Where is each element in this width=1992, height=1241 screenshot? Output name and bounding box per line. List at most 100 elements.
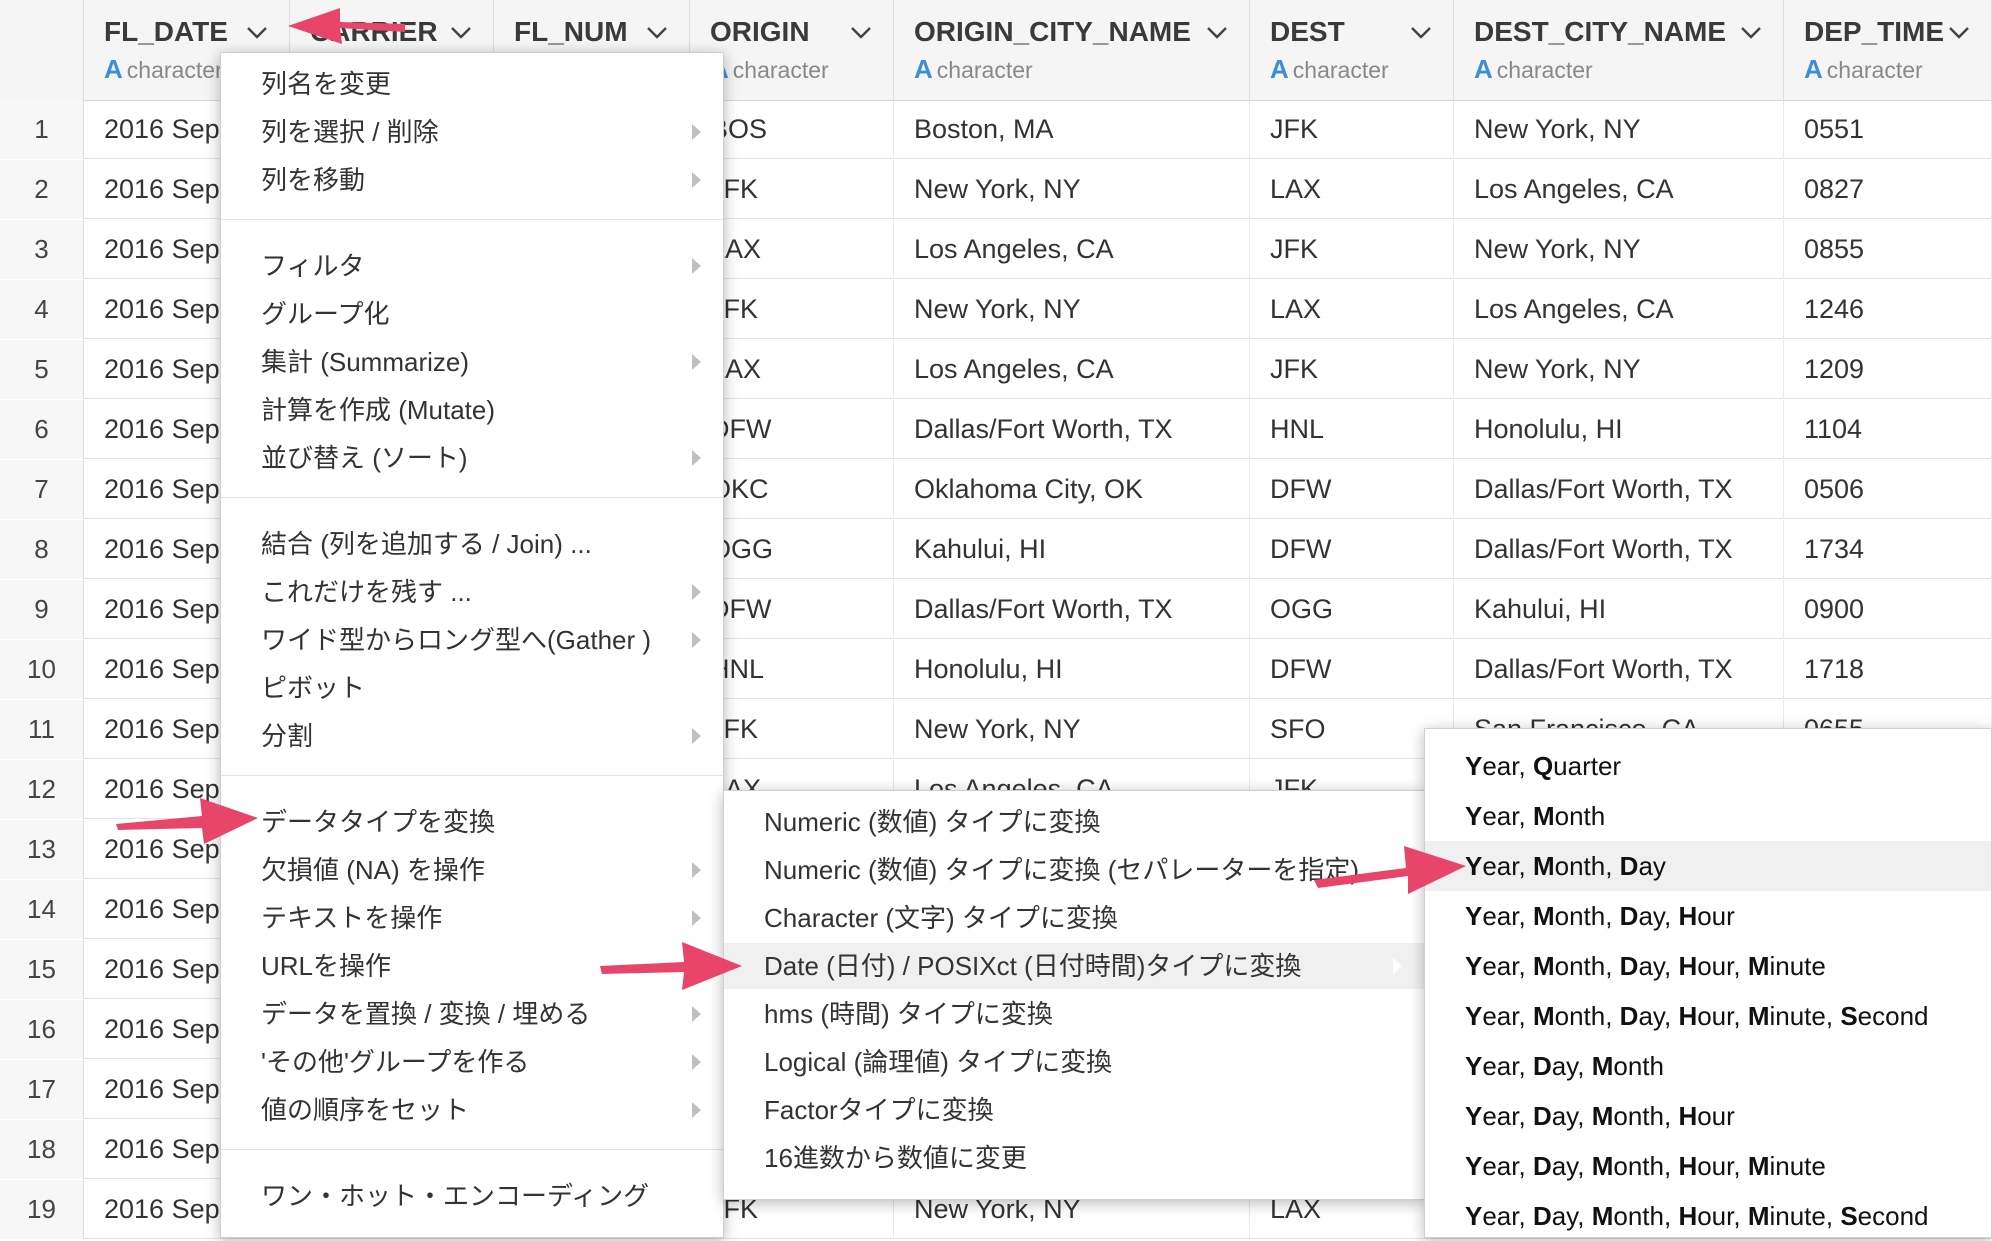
date-format-item[interactable]: Year, Day, Month, Hour [1425,1091,1991,1141]
submenu-arrow-icon [692,124,701,140]
column-menu-item[interactable]: 列を移動 [221,157,723,203]
chevron-down-icon[interactable] [1947,22,1971,42]
menu-divider [221,497,723,498]
row-number: 8 [0,520,84,579]
column-menu-item[interactable]: ワイド型からロング型へ(Gather ) [221,617,723,663]
column-menu-item[interactable]: これだけを残す ... [221,569,723,615]
column-name: ORIGIN_CITY_NAME [914,16,1191,47]
table-cell: Dallas/Fort Worth, TX [1454,520,1784,579]
date-format-item[interactable]: Year, Month, Day, Hour [1425,891,1991,941]
column-name: DEST [1270,16,1345,47]
submenu-arrow-icon [692,728,701,744]
column-menu-item[interactable]: URLを操作 [221,943,723,989]
table-cell: DFW [1250,460,1454,519]
table-cell: Los Angeles, CA [894,220,1250,279]
table-cell: New York, NY [1454,100,1784,159]
table-cell: 1246 [1784,280,1992,339]
column-menu-item[interactable]: グループ化 [221,291,723,337]
row-number: 6 [0,400,84,459]
date-format-item[interactable]: Year, Day, Month, Hour, Minute, Second [1425,1191,1991,1241]
row-number: 12 [0,760,84,819]
column-header-dep-time[interactable]: DEP_TIME Acharacter [1784,0,1992,100]
row-number-header [0,0,84,100]
table-cell: OGG [1250,580,1454,639]
table-cell: JFK [1250,100,1454,159]
submenu-arrow-icon [692,1006,701,1022]
row-number: 16 [0,1000,84,1059]
chevron-down-icon[interactable] [1739,22,1763,42]
column-menu-item[interactable]: 'その他'グループを作る [221,1039,723,1085]
column-header-dest[interactable]: DEST Acharacter [1250,0,1454,100]
table-cell: New York, NY [894,160,1250,219]
chevron-down-icon[interactable] [849,22,873,42]
table-cell: Honolulu, HI [1454,400,1784,459]
column-header-dest-city-name[interactable]: DEST_CITY_NAME Acharacter [1454,0,1784,100]
table-cell: Oklahoma City, OK [894,460,1250,519]
submenu-arrow-icon [692,450,701,466]
chevron-down-icon[interactable] [245,22,269,42]
column-menu-item[interactable]: ワン・ホット・エンコーディング [221,1173,723,1219]
submenu-arrow-icon [692,172,701,188]
column-type: Acharacter [104,54,223,84]
character-type-icon: A [914,54,933,84]
column-menu-item[interactable]: テキストを操作 [221,895,723,941]
submenu-arrow-icon [692,584,701,600]
column-name: CARRIER [310,16,438,47]
chevron-down-icon[interactable] [1205,22,1229,42]
table-cell: New York, NY [1454,220,1784,279]
column-menu-item[interactable]: データを置換 / 変換 / 埋める [221,991,723,1037]
row-number: 14 [0,880,84,939]
column-menu-item[interactable]: 並び替え (ソート) [221,435,723,481]
column-menu-item[interactable]: 値の順序をセット [221,1087,723,1133]
date-format-item[interactable]: Year, Day, Month [1425,1041,1991,1091]
submenu-arrow-icon [692,1102,701,1118]
row-number: 11 [0,700,84,759]
column-type: Acharacter [1804,54,1923,84]
date-format-item[interactable]: Year, Day, Month, Hour, Minute [1425,1141,1991,1191]
date-format-item[interactable]: Year, Month [1425,791,1991,841]
column-menu-item[interactable]: ピボット [221,665,723,711]
convert-menu-item[interactable]: Date (日付) / POSIXct (日付時間)タイプに変換 [724,943,1424,989]
date-format-item[interactable]: Year, Month, Day [1425,841,1991,891]
column-menu-item[interactable]: 集計 (Summarize) [221,339,723,385]
table-cell: Dallas/Fort Worth, TX [894,580,1250,639]
convert-menu-item[interactable]: hms (時間) タイプに変換 [724,991,1424,1037]
column-name: DEST_CITY_NAME [1474,16,1727,47]
column-menu-item[interactable]: 欠損値 (NA) を操作 [221,847,723,893]
convert-menu-item[interactable]: Numeric (数値) タイプに変換 (セパレーターを指定) [724,847,1424,893]
date-format-item[interactable]: Year, Month, Day, Hour, Minute, Second [1425,991,1991,1041]
convert-menu-item[interactable]: Character (文字) タイプに変換 [724,895,1424,941]
menu-divider [221,219,723,220]
table-cell: JFK [1250,220,1454,279]
chevron-down-icon[interactable] [449,22,473,42]
table-cell: LAX [1250,280,1454,339]
column-menu-item[interactable]: フィルタ [221,243,723,289]
column-menu-item[interactable]: データタイプを変換 [221,799,723,845]
column-menu-item[interactable]: 結合 (列を追加する / Join) ... [221,521,723,567]
convert-menu-item[interactable]: 16進数から数値に変更 [724,1135,1424,1181]
chevron-down-icon[interactable] [1409,22,1433,42]
column-menu-item[interactable]: 分割 [221,713,723,759]
table-cell: 1718 [1784,640,1992,699]
column-header-origin-city-name[interactable]: ORIGIN_CITY_NAME Acharacter [894,0,1250,100]
chevron-down-icon[interactable] [645,22,669,42]
row-number: 9 [0,580,84,639]
date-format-item[interactable]: Year, Month, Day, Hour, Minute [1425,941,1991,991]
table-cell: 1734 [1784,520,1992,579]
column-menu-item[interactable]: 計算を作成 (Mutate) [221,387,723,433]
date-format-item[interactable]: Year, Quarter [1425,741,1991,791]
character-type-icon: A [1270,54,1289,84]
table-cell: LAX [1250,160,1454,219]
column-menu-item[interactable]: 列を選択 / 削除 [221,109,723,155]
table-cell: Los Angeles, CA [1454,280,1784,339]
column-menu-item[interactable]: 列名を変更 [221,61,723,107]
column-menu: 列名を変更 列を選択 / 削除 列を移動フィルタ グループ化 集計 (Summarize… [220,52,724,1238]
row-number: 15 [0,940,84,999]
table-cell: Honolulu, HI [894,640,1250,699]
convert-menu-item[interactable]: Numeric (数値) タイプに変換 [724,799,1424,845]
convert-menu-item[interactable]: Logical (論理値) タイプに変換 [724,1039,1424,1085]
table-cell: 0827 [1784,160,1992,219]
column-name: DEP_TIME [1804,16,1945,47]
convert-menu-item[interactable]: Factorタイプに変換 [724,1087,1424,1133]
date-format-submenu: Year, Quarter Year, Month Year, Month, Day… [1424,728,1992,1238]
